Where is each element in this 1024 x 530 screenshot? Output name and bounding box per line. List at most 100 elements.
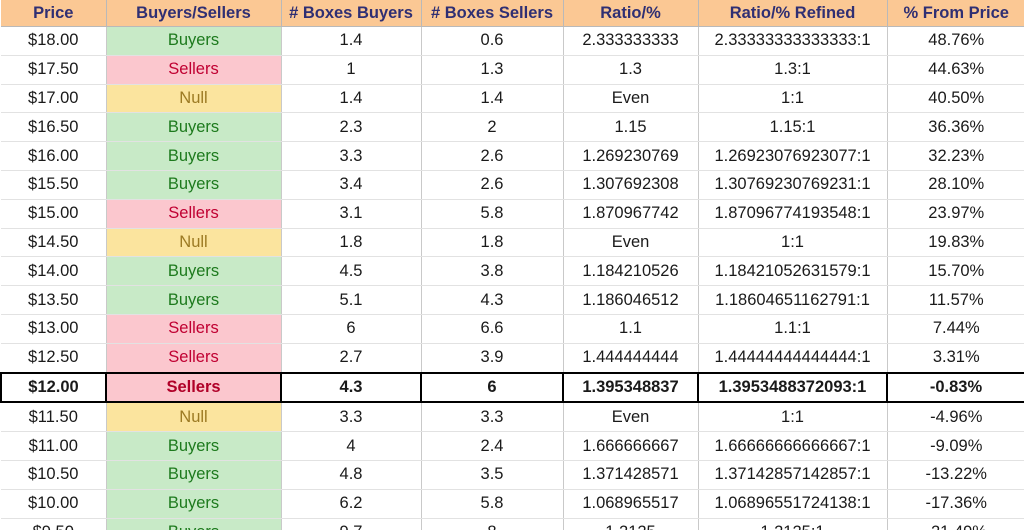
cell-boxes-sellers[interactable]: 3.5 bbox=[421, 460, 564, 490]
cell-price[interactable]: $16.50 bbox=[1, 112, 107, 143]
cell-buyers-sellers[interactable]: Buyers bbox=[106, 141, 282, 171]
cell-boxes-sellers[interactable]: 1.8 bbox=[421, 228, 564, 258]
cell-buyers-sellers[interactable]: Buyers bbox=[106, 112, 282, 143]
cell-ratio[interactable]: 1.068965517 bbox=[563, 489, 699, 519]
cell-boxes-buyers[interactable]: 9.7 bbox=[281, 518, 422, 530]
cell-pct-from-price[interactable]: 11.57% bbox=[887, 285, 1024, 315]
cell-ratio-refined[interactable]: 1.26923076923077:1 bbox=[698, 141, 888, 171]
cell-pct-from-price[interactable]: 19.83% bbox=[887, 228, 1024, 258]
cell-ratio-refined[interactable]: 1:1 bbox=[698, 84, 888, 114]
column-header-boxes-sellers[interactable]: # Boxes Sellers bbox=[421, 0, 564, 27]
cell-buyers-sellers[interactable]: Sellers bbox=[106, 314, 282, 344]
cell-ratio-refined[interactable]: 1.30769230769231:1 bbox=[698, 170, 888, 200]
cell-ratio-refined[interactable]: 1.87096774193548:1 bbox=[698, 199, 888, 229]
cell-pct-from-price[interactable]: 40.50% bbox=[887, 84, 1024, 114]
table-row[interactable]: $15.50 Buyers 3.4 2.6 1.307692308 1.307692307… bbox=[1, 170, 1024, 200]
cell-ratio[interactable]: 1.15 bbox=[563, 112, 699, 143]
cell-buyers-sellers[interactable]: Buyers bbox=[106, 460, 282, 490]
cell-pct-from-price[interactable]: 44.63% bbox=[887, 55, 1024, 85]
cell-ratio-refined[interactable]: 1.15:1 bbox=[698, 112, 888, 143]
table-row[interactable]: $10.50 Buyers 4.8 3.5 1.371428571 1.371428571… bbox=[1, 460, 1024, 490]
cell-boxes-sellers[interactable]: 2.4 bbox=[421, 431, 564, 461]
cell-price[interactable]: $9.50 bbox=[1, 518, 107, 530]
cell-ratio[interactable]: 1.269230769 bbox=[563, 141, 699, 171]
cell-boxes-sellers[interactable]: 0.6 bbox=[421, 26, 564, 56]
cell-buyers-sellers[interactable]: Sellers bbox=[106, 55, 282, 85]
cell-ratio[interactable]: 2.333333333 bbox=[563, 26, 699, 56]
table-row[interactable]: $14.00 Buyers 4.5 3.8 1.184210526 1.184210526… bbox=[1, 256, 1024, 287]
cell-price[interactable]: $13.00 bbox=[1, 314, 107, 344]
cell-boxes-buyers[interactable]: 2.7 bbox=[281, 343, 422, 374]
cell-price[interactable]: $15.50 bbox=[1, 170, 107, 200]
cell-price[interactable]: $16.00 bbox=[1, 141, 107, 171]
cell-ratio-refined[interactable]: 1:1 bbox=[698, 402, 888, 433]
cell-ratio[interactable]: 1.2125 bbox=[563, 518, 699, 530]
cell-ratio-refined[interactable]: 1.44444444444444:1 bbox=[698, 343, 888, 374]
cell-boxes-buyers[interactable]: 1.4 bbox=[281, 84, 422, 114]
cell-buyers-sellers[interactable]: Null bbox=[106, 228, 282, 258]
cell-ratio-refined[interactable]: 1.3953488372093:1 bbox=[698, 371, 888, 404]
table-row[interactable]: $12.00 Sellers 4.3 6 1.395348837 1.3953488372… bbox=[0, 371, 1024, 404]
cell-ratio[interactable]: 1.184210526 bbox=[563, 256, 699, 287]
table-row[interactable]: $14.50 Null 1.8 1.8 Even 1:1 19.83% bbox=[1, 228, 1024, 258]
table-row[interactable]: $12.50 Sellers 2.7 3.9 1.444444444 1.44444444… bbox=[1, 343, 1024, 374]
cell-ratio-refined[interactable]: 1.06896551724138:1 bbox=[698, 489, 888, 519]
table-row[interactable]: $13.00 Sellers 6 6.6 1.1 1.1:1 7.44% bbox=[1, 314, 1024, 344]
cell-ratio-refined[interactable]: 1:1 bbox=[698, 228, 888, 258]
cell-ratio-refined[interactable]: 1.1:1 bbox=[698, 314, 888, 344]
cell-price[interactable]: $10.00 bbox=[1, 489, 107, 519]
cell-ratio[interactable]: 1.395348837 bbox=[563, 371, 699, 404]
cell-price[interactable]: $17.50 bbox=[1, 55, 107, 85]
cell-ratio-refined[interactable]: 1.37142857142857:1 bbox=[698, 460, 888, 490]
cell-boxes-sellers[interactable]: 3.9 bbox=[421, 343, 564, 374]
cell-ratio-refined[interactable]: 1.2125:1 bbox=[698, 518, 888, 530]
cell-ratio-refined[interactable]: 1.3:1 bbox=[698, 55, 888, 85]
cell-pct-from-price[interactable]: 7.44% bbox=[887, 314, 1024, 344]
cell-buyers-sellers[interactable]: Sellers bbox=[106, 343, 282, 374]
cell-pct-from-price[interactable]: -13.22% bbox=[887, 460, 1024, 490]
cell-boxes-sellers[interactable]: 6.6 bbox=[421, 314, 564, 344]
cell-ratio[interactable]: 1.1 bbox=[563, 314, 699, 344]
cell-ratio[interactable]: 1.307692308 bbox=[563, 170, 699, 200]
cell-ratio[interactable]: 1.186046512 bbox=[563, 285, 699, 315]
table-row[interactable]: $16.00 Buyers 3.3 2.6 1.269230769 1.269230769… bbox=[1, 141, 1024, 171]
cell-boxes-sellers[interactable]: 1.3 bbox=[421, 55, 564, 85]
cell-boxes-sellers[interactable]: 3.8 bbox=[421, 256, 564, 287]
cell-boxes-buyers[interactable]: 3.3 bbox=[281, 402, 422, 433]
cell-pct-from-price[interactable]: -9.09% bbox=[887, 431, 1024, 461]
cell-buyers-sellers[interactable]: Buyers bbox=[106, 518, 282, 530]
cell-buyers-sellers[interactable]: Buyers bbox=[106, 26, 282, 56]
cell-boxes-sellers[interactable]: 4.3 bbox=[421, 285, 564, 315]
cell-boxes-sellers[interactable]: 2.6 bbox=[421, 170, 564, 200]
cell-boxes-buyers[interactable]: 6 bbox=[281, 314, 422, 344]
cell-boxes-buyers[interactable]: 6.2 bbox=[281, 489, 422, 519]
table-row[interactable]: $15.00 Sellers 3.1 5.8 1.870967742 1.87096774… bbox=[1, 199, 1024, 229]
cell-ratio[interactable]: 1.666666667 bbox=[563, 431, 699, 461]
table-row[interactable]: $18.00 Buyers 1.4 0.6 2.333333333 2.333333333… bbox=[1, 26, 1024, 56]
cell-buyers-sellers[interactable]: Buyers bbox=[106, 256, 282, 287]
cell-boxes-buyers[interactable]: 4 bbox=[281, 431, 422, 461]
cell-pct-from-price[interactable]: -4.96% bbox=[887, 402, 1024, 433]
cell-boxes-sellers[interactable]: 3.3 bbox=[421, 402, 564, 433]
cell-pct-from-price[interactable]: 23.97% bbox=[887, 199, 1024, 229]
table-row[interactable]: $9.50Buyers9.781.21251.2125:1-21.49% bbox=[1, 518, 1024, 530]
cell-boxes-buyers[interactable]: 1.8 bbox=[281, 228, 422, 258]
cell-boxes-buyers[interactable]: 5.1 bbox=[281, 285, 422, 315]
cell-buyers-sellers[interactable]: Null bbox=[106, 84, 282, 114]
cell-pct-from-price[interactable]: -17.36% bbox=[887, 489, 1024, 519]
cell-price[interactable]: $11.50 bbox=[1, 402, 107, 433]
cell-boxes-sellers[interactable]: 5.8 bbox=[421, 199, 564, 229]
cell-pct-from-price[interactable]: 36.36% bbox=[887, 112, 1024, 143]
table-row[interactable]: $10.00 Buyers 6.2 5.8 1.068965517 1.068965517… bbox=[1, 489, 1024, 519]
cell-boxes-sellers[interactable]: 2.6 bbox=[421, 141, 564, 171]
table-row[interactable]: $17.50 Sellers 1 1.3 1.3 1.3:1 44.63% bbox=[1, 55, 1024, 85]
table-row[interactable]: $16.50 Buyers 2.3 2 1.15 1.15:1 36.36% bbox=[1, 112, 1024, 143]
cell-price[interactable]: $14.00 bbox=[1, 256, 107, 287]
cell-pct-from-price[interactable]: 3.31% bbox=[887, 343, 1024, 374]
cell-ratio[interactable]: Even bbox=[563, 228, 699, 258]
cell-boxes-buyers[interactable]: 1.4 bbox=[281, 26, 422, 56]
cell-ratio[interactable]: Even bbox=[563, 84, 699, 114]
cell-boxes-buyers[interactable]: 4.3 bbox=[281, 371, 422, 404]
cell-boxes-sellers[interactable]: 1.4 bbox=[421, 84, 564, 114]
cell-buyers-sellers[interactable]: Buyers bbox=[106, 170, 282, 200]
